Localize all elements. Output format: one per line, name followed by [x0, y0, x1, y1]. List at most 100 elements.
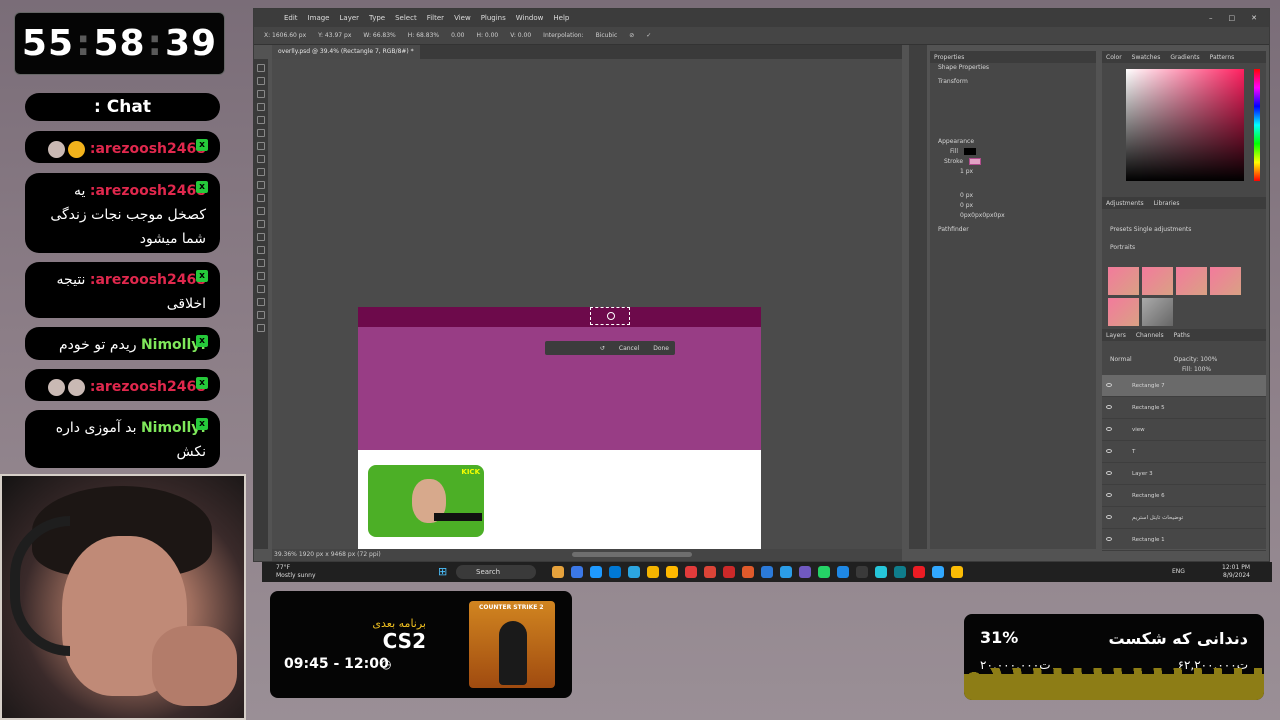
- taskbar-app-icon[interactable]: [856, 566, 868, 578]
- menu-window[interactable]: Window: [516, 14, 544, 22]
- layer-row[interactable]: Rectangle 1: [1102, 529, 1266, 551]
- path-select-icon[interactable]: [257, 285, 265, 293]
- section-pathfinder[interactable]: Pathfinder: [930, 225, 1096, 235]
- taskbar-search[interactable]: Search: [456, 565, 536, 579]
- preset-thumbnail[interactable]: [1176, 267, 1207, 295]
- tab-swatches[interactable]: Swatches: [1132, 54, 1161, 61]
- corner-radius[interactable]: 0 px: [930, 201, 1096, 211]
- cancel-transform-icon[interactable]: ⊘: [629, 32, 634, 39]
- pen-tool-icon[interactable]: [257, 259, 265, 267]
- corner-radius[interactable]: 0 px: [930, 191, 1096, 201]
- taskbar-app-icon[interactable]: [837, 566, 849, 578]
- tab-libraries[interactable]: Libraries: [1154, 200, 1180, 207]
- tab-paths[interactable]: Paths: [1174, 332, 1190, 339]
- tab-color[interactable]: Color: [1106, 54, 1122, 61]
- stroke-swatch[interactable]: [969, 158, 982, 165]
- visibility-eye-icon[interactable]: [1106, 449, 1112, 453]
- menu-help[interactable]: Help: [553, 14, 569, 22]
- visibility-eye-icon[interactable]: [1106, 383, 1112, 387]
- menu-layer[interactable]: Layer: [340, 14, 360, 22]
- preset-thumbnail[interactable]: [1108, 267, 1139, 295]
- taskbar-app-icon[interactable]: [628, 566, 640, 578]
- option-hskew[interactable]: H: 0.00: [476, 32, 498, 39]
- healing-tool-icon[interactable]: [257, 155, 265, 163]
- tab-channels[interactable]: Channels: [1136, 332, 1164, 339]
- taskbar-app-icon[interactable]: [780, 566, 792, 578]
- taskbar-app-icon[interactable]: [742, 566, 754, 578]
- close-icon[interactable]: ✕: [1251, 14, 1257, 22]
- transform-cancel-button[interactable]: Cancel: [619, 345, 639, 352]
- opacity-value[interactable]: 100%: [1200, 356, 1217, 363]
- tab-patterns[interactable]: Patterns: [1210, 54, 1235, 61]
- taskbar-app-icon[interactable]: [932, 566, 944, 578]
- windows-start-icon[interactable]: ⊞: [438, 565, 447, 578]
- layer-row[interactable]: توضیحات تایتل استریم: [1102, 507, 1266, 529]
- visibility-eye-icon[interactable]: [1106, 471, 1112, 475]
- fill-value[interactable]: 100%: [1194, 366, 1211, 373]
- eyedropper-tool-icon[interactable]: [257, 142, 265, 150]
- menu-type[interactable]: Type: [369, 14, 385, 22]
- crop-tool-icon[interactable]: [257, 116, 265, 124]
- taskbar-app-icon[interactable]: [571, 566, 583, 578]
- taskbar-app-icon[interactable]: [647, 566, 659, 578]
- visibility-eye-icon[interactable]: [1106, 515, 1112, 519]
- subtab-single-adjustments[interactable]: Single adjustments: [1134, 226, 1192, 233]
- menu-view[interactable]: View: [454, 14, 471, 22]
- eraser-tool-icon[interactable]: [257, 207, 265, 215]
- language-indicator[interactable]: ENG: [1172, 568, 1185, 575]
- interpolation-select[interactable]: Bicubic: [596, 32, 618, 39]
- dodge-tool-icon[interactable]: [257, 246, 265, 254]
- fill-swatch[interactable]: [964, 148, 977, 155]
- taskbar-app-icon[interactable]: [913, 566, 925, 578]
- stamp-tool-icon[interactable]: [257, 181, 265, 189]
- stroke-size[interactable]: 1 px: [930, 167, 1096, 177]
- menu-filter[interactable]: Filter: [427, 14, 444, 22]
- preset-thumbnail[interactable]: [1108, 298, 1139, 326]
- layer-row[interactable]: Rectangle 7: [1102, 375, 1266, 397]
- history-brush-icon[interactable]: [257, 194, 265, 202]
- document-tab[interactable]: overlly.psd @ 39.4% (Rectangle 7, RGB/8#…: [272, 45, 420, 59]
- corner-values[interactable]: 0px0px0px0px: [930, 211, 1096, 221]
- hand-tool-icon[interactable]: [257, 311, 265, 319]
- taskbar-app-icon[interactable]: [799, 566, 811, 578]
- taskbar-app-icon[interactable]: [875, 566, 887, 578]
- taskbar-app-icon[interactable]: [590, 566, 602, 578]
- menu-select[interactable]: Select: [395, 14, 417, 22]
- tab-properties[interactable]: Properties: [934, 54, 964, 61]
- type-tool-icon[interactable]: [257, 272, 265, 280]
- section-appearance[interactable]: Appearance: [930, 137, 1096, 147]
- preset-thumbnail[interactable]: [1210, 267, 1241, 295]
- lasso-tool-icon[interactable]: [257, 90, 265, 98]
- preset-thumbnail[interactable]: [1142, 267, 1173, 295]
- weather-widget[interactable]: 77°F Mostly sunny: [276, 564, 316, 580]
- tab-gradients[interactable]: Gradients: [1170, 54, 1199, 61]
- portraits-group[interactable]: Portraits: [1102, 243, 1266, 253]
- taskbar-app-icon[interactable]: [894, 566, 906, 578]
- blur-tool-icon[interactable]: [257, 233, 265, 241]
- visibility-eye-icon[interactable]: [1106, 493, 1112, 497]
- visibility-eye-icon[interactable]: [1106, 427, 1112, 431]
- menu-edit[interactable]: Edit: [284, 14, 298, 22]
- taskbar-app-icon[interactable]: [951, 566, 963, 578]
- taskbar-app-icon[interactable]: [723, 566, 735, 578]
- maximize-icon[interactable]: □: [1229, 14, 1236, 22]
- layer-row[interactable]: Rectangle 5: [1102, 397, 1266, 419]
- minimize-icon[interactable]: –: [1209, 14, 1213, 22]
- transform-done-button[interactable]: Done: [653, 345, 669, 352]
- zoom-tool-icon[interactable]: [257, 324, 265, 332]
- commit-transform-icon[interactable]: ✓: [646, 32, 651, 39]
- visibility-eye-icon[interactable]: [1106, 405, 1112, 409]
- option-x[interactable]: X: 1606.60 px: [264, 32, 306, 39]
- taskbar-app-icon[interactable]: [761, 566, 773, 578]
- color-picker-field[interactable]: [1126, 69, 1244, 181]
- system-clock[interactable]: 12:01 PM 8/9/2024: [1222, 564, 1250, 580]
- layer-row[interactable]: view: [1102, 419, 1266, 441]
- move-tool-icon[interactable]: [257, 64, 265, 72]
- undo-icon[interactable]: ↺: [600, 345, 605, 352]
- canvas-area[interactable]: KICK ↺ Cancel Done: [272, 59, 902, 549]
- taskbar-app-icon[interactable]: [704, 566, 716, 578]
- menu-image[interactable]: Image: [308, 14, 330, 22]
- blend-mode-select[interactable]: Normal: [1110, 356, 1132, 363]
- frame-tool-icon[interactable]: [257, 129, 265, 137]
- marquee-tool-icon[interactable]: [257, 77, 265, 85]
